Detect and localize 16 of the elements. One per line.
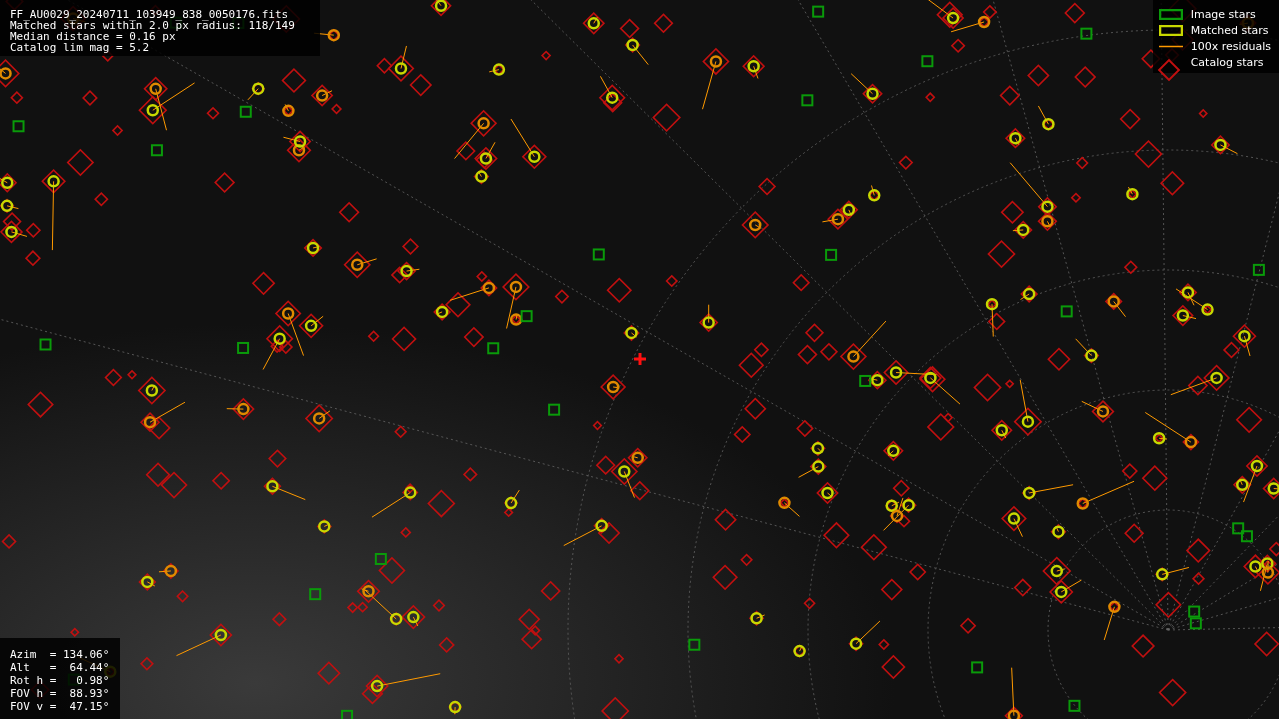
info-text: Matched stars within 2.0 px radius: 118/149 — [10, 20, 296, 31]
pointing-text: FOV v = 47.15° — [10, 700, 110, 713]
residual-line-icon — [1158, 44, 1183, 48]
legend-label: 100x residuals — [1190, 40, 1271, 52]
pointing-text: Alt = 64.44° — [10, 661, 110, 674]
legend-label: Image stars — [1190, 8, 1256, 20]
pointing-text: Rot h = 0.98° — [10, 674, 110, 687]
pointing-text: Azim = 134.06° — [10, 648, 110, 661]
legend-label: Catalog stars — [1190, 56, 1264, 68]
info-text: FF_AU0029_20240711_103949_838_0050176.fits — [10, 9, 290, 20]
info-text: Catalog lim mag = 5.2 — [10, 42, 151, 53]
info-text: Median distance = 0.16 px — [10, 31, 176, 42]
matched-star-swatch-icon — [1158, 24, 1183, 36]
image-star-swatch-icon — [1158, 8, 1183, 20]
pointing-text: FOV h = 88.93° — [10, 687, 110, 700]
legend-label: Matched stars — [1190, 24, 1269, 36]
